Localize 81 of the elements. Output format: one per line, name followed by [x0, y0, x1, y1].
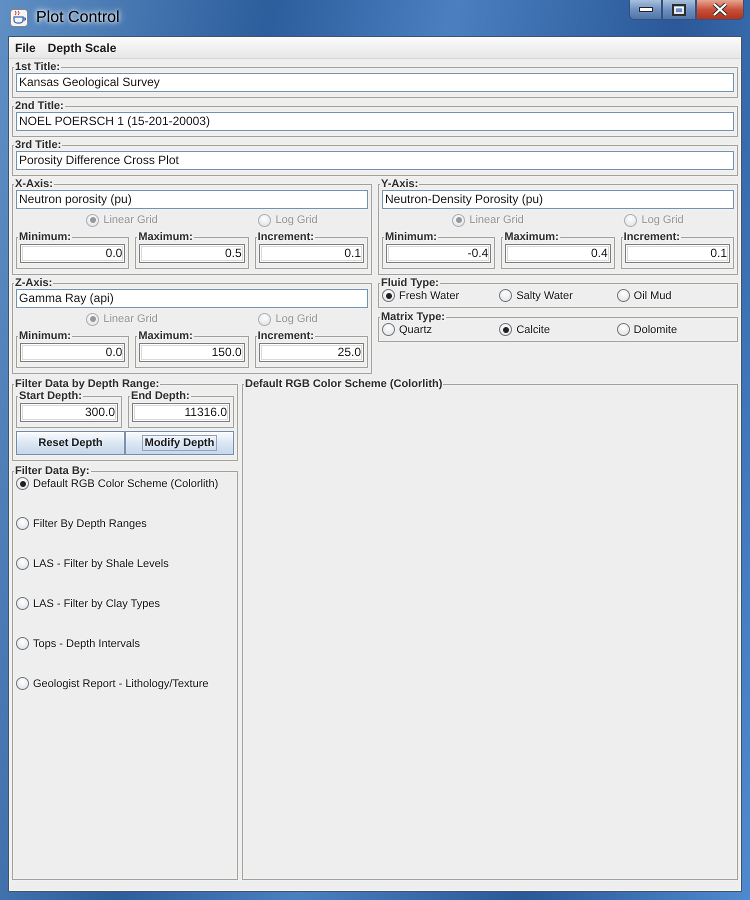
radio-label: Log Grid: [641, 214, 684, 226]
radio-button[interactable]: [16, 637, 29, 650]
group-title: Default RGB Color Scheme (Colorlith): [244, 378, 444, 390]
radio-label: LAS - Filter by Clay Types: [33, 598, 160, 610]
radio-label: Log Grid: [275, 313, 318, 325]
text-field[interactable]: Neutron-Density Porosity (pu): [382, 190, 734, 209]
radio-label: Oil Mud: [634, 290, 672, 302]
group-title: Increment:: [256, 330, 315, 342]
number-field[interactable]: 0.0: [20, 343, 126, 362]
number-field[interactable]: -0.4: [386, 244, 492, 263]
minimize-button[interactable]: [629, 0, 662, 20]
radio-label: Fresh Water: [399, 290, 460, 302]
group-title: Start Depth:: [18, 390, 83, 402]
radio-button[interactable]: [499, 289, 512, 302]
number-field[interactable]: 11316.0: [132, 403, 230, 422]
radio-label: Dolomite: [634, 324, 678, 336]
number-field[interactable]: 0.1: [624, 244, 730, 263]
radio-button[interactable]: [499, 323, 512, 336]
radio-label: Geologist Report - Lithology/Texture: [33, 678, 208, 690]
text-field[interactable]: NOEL POERSCH 1 (15-201-20003): [16, 112, 734, 131]
group-title: 2nd Title:: [14, 100, 65, 112]
group-title: 1st Title:: [14, 61, 62, 73]
radio-label: Log Grid: [275, 214, 318, 226]
radio-label: Quartz: [399, 324, 432, 336]
number-field[interactable]: 300.0: [20, 403, 118, 422]
action-button[interactable]: Modify Depth: [125, 431, 234, 455]
group-title: End Depth:: [130, 390, 191, 402]
group-title: Minimum:: [18, 231, 72, 243]
radio-label: Salty Water: [516, 290, 573, 302]
group-title: Maximum:: [137, 330, 194, 342]
radio-button[interactable]: [16, 597, 29, 610]
minimize-icon: [638, 6, 652, 12]
group-title: Matrix Type:: [380, 311, 446, 323]
radio-button[interactable]: [616, 323, 630, 336]
radio-button[interactable]: [16, 477, 29, 490]
menu-item[interactable]: Depth Scale: [48, 40, 116, 54]
group-title: Increment:: [256, 231, 315, 243]
radio-label: Linear Grid: [469, 214, 524, 226]
radio-button[interactable]: [382, 289, 395, 302]
text-field[interactable]: Neutron porosity (pu): [16, 190, 368, 209]
number-field[interactable]: 0.1: [258, 244, 364, 263]
group-title: Minimum:: [384, 231, 438, 243]
maximize-button[interactable]: [662, 0, 696, 20]
number-field[interactable]: 0.0: [20, 244, 126, 263]
radio-label: Linear Grid: [103, 214, 158, 226]
menu-item[interactable]: File: [15, 40, 36, 54]
group-title: Maximum:: [503, 231, 560, 243]
group-title: Z-Axis:: [14, 277, 54, 289]
number-field[interactable]: 25.0: [258, 343, 364, 362]
number-field[interactable]: 0.4: [505, 244, 611, 263]
radio-label: LAS - Filter by Shale Levels: [33, 558, 169, 570]
radio-label: Tops - Depth Intervals: [33, 638, 140, 650]
group-title: Minimum:: [18, 330, 72, 342]
radio-button[interactable]: [382, 323, 395, 336]
close-icon: [712, 3, 728, 16]
group-title: X-Axis:: [14, 178, 54, 190]
group-title: Fluid Type:: [380, 277, 440, 289]
radio-button[interactable]: [16, 677, 29, 690]
number-field[interactable]: 150.0: [139, 343, 245, 362]
group-title: Maximum:: [137, 231, 194, 243]
text-field[interactable]: Porosity Difference Cross Plot: [16, 151, 734, 170]
coffee-cup-icon: [10, 9, 28, 27]
group-title: Increment:: [622, 231, 681, 243]
text-field[interactable]: Gamma Ray (api): [16, 289, 368, 308]
group-title: 3rd Title:: [14, 139, 62, 151]
radio-label: Linear Grid: [103, 313, 158, 325]
radio-button[interactable]: [16, 557, 29, 570]
radio-label: Default RGB Color Scheme (Colorlith): [33, 478, 218, 490]
maximize-icon: [672, 4, 686, 16]
group-title: Filter Data by Depth Range:: [14, 378, 160, 390]
radio-label: Calcite: [516, 324, 550, 336]
close-button[interactable]: [696, 0, 744, 20]
radio-label: Filter By Depth Ranges: [33, 518, 147, 530]
radio-button[interactable]: [616, 289, 630, 302]
window-title: Plot Control: [36, 9, 120, 27]
text-field[interactable]: Kansas Geological Survey: [16, 73, 734, 92]
group-title: Y-Axis:: [380, 178, 420, 190]
number-field[interactable]: 0.5: [139, 244, 245, 263]
radio-button[interactable]: [16, 517, 29, 530]
action-button[interactable]: Reset Depth: [16, 431, 125, 455]
group-title: Filter Data By:: [14, 465, 91, 477]
